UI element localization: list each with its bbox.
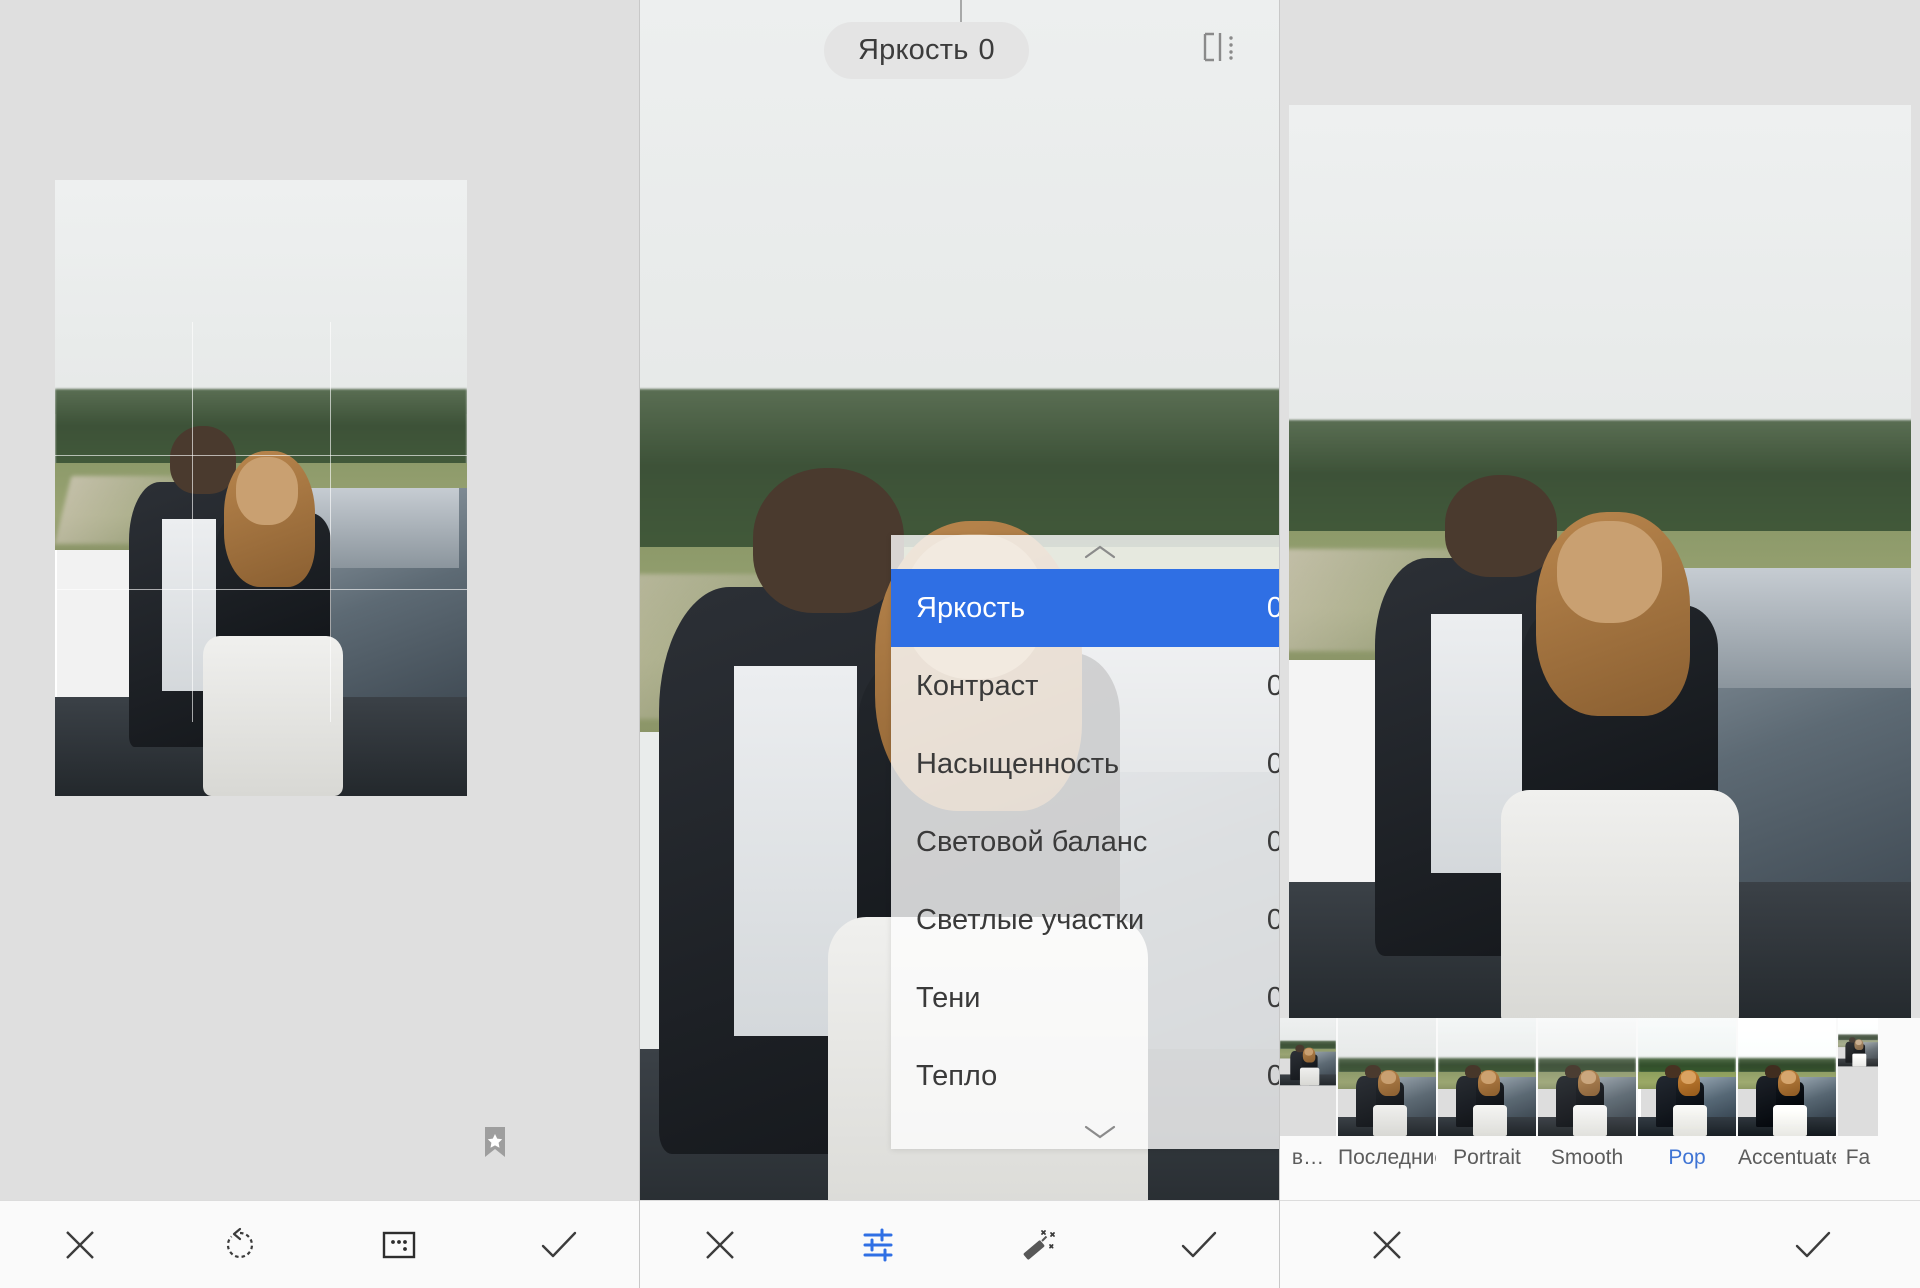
crop-toolbar	[0, 1200, 639, 1288]
tune-item-label: Световой баланс	[916, 825, 1148, 858]
tune-menu-item-brightness[interactable]: Яркость 0	[891, 569, 1279, 647]
screenshot-root: Яркость 0 Яркость 0	[0, 0, 1920, 1288]
preset-thumbnail[interactable]	[1638, 1018, 1736, 1136]
tune-menu-item-shadows[interactable]: Тени 0	[891, 959, 1279, 1037]
preset-item[interactable]: Fa	[1838, 1018, 1878, 1170]
tune-item-value: 0	[1267, 826, 1279, 859]
tune-item-label: Светлые участки	[916, 903, 1145, 936]
preset-preview-photo[interactable]	[1289, 105, 1911, 1030]
preset-thumbnail[interactable]	[1838, 1018, 1878, 1136]
tune-item-value: 0	[1267, 592, 1279, 625]
tune-toolbar	[640, 1200, 1279, 1288]
compare-before-after-icon[interactable]	[1202, 30, 1238, 64]
slider-tick	[960, 0, 962, 22]
value-tooltip: Яркость 0	[824, 22, 1029, 79]
preset-label: Accentuate	[1738, 1146, 1836, 1169]
crop-grid-line	[55, 588, 467, 590]
crop-grid-line	[192, 322, 194, 722]
preset-label: Portrait	[1453, 1146, 1521, 1169]
preset-label: в…	[1291, 1146, 1325, 1169]
preset-thumbnail[interactable]	[1538, 1018, 1636, 1136]
tune-item-value: 0	[1267, 982, 1279, 1015]
preset-item-pop[interactable]: Pop	[1638, 1018, 1736, 1170]
preset-item[interactable]: в…	[1280, 1018, 1336, 1170]
chevron-down-icon[interactable]	[891, 1115, 1279, 1149]
cancel-button[interactable]	[1347, 1211, 1427, 1279]
preset-stage	[1280, 0, 1920, 1030]
chevron-up-icon[interactable]	[891, 535, 1279, 569]
rotate-icon[interactable]	[200, 1211, 280, 1279]
preset-label: Pop	[1668, 1146, 1706, 1169]
tune-item-label: Тени	[916, 981, 981, 1014]
tune-item-value: 0	[1267, 670, 1279, 703]
presets-panel: в… Последние…	[1280, 0, 1920, 1288]
preset-label: Smooth	[1550, 1146, 1624, 1169]
crop-canvas[interactable]	[55, 180, 467, 796]
apply-button[interactable]	[1773, 1211, 1853, 1279]
preset-thumbnail[interactable]	[1280, 1018, 1336, 1136]
apply-button[interactable]	[519, 1211, 599, 1279]
crop-grid-line	[55, 455, 467, 457]
crop-stage[interactable]	[0, 0, 639, 1200]
tune-item-label: Тепло	[916, 1059, 998, 1092]
tooltip-label: Яркость	[858, 34, 969, 66]
preset-filmstrip[interactable]: в… Последние…	[1280, 1018, 1920, 1200]
preset-item[interactable]: Accentuate	[1738, 1018, 1836, 1170]
aspect-ratio-icon[interactable]	[359, 1211, 439, 1279]
preset-thumbnail[interactable]	[1338, 1018, 1436, 1136]
cancel-button[interactable]	[40, 1211, 120, 1279]
tune-item-label: Насыщенность	[916, 747, 1120, 780]
tune-item-label: Контраст	[916, 669, 1039, 702]
preset-thumbnail[interactable]	[1438, 1018, 1536, 1136]
preset-label: Последние…	[1338, 1146, 1436, 1169]
tune-menu-item-ambiance[interactable]: Световой баланс 0	[891, 803, 1279, 881]
tune-item-value: 0	[1267, 748, 1279, 781]
tune-sliders-icon[interactable]	[840, 1211, 920, 1279]
magic-wand-icon[interactable]	[999, 1211, 1079, 1279]
crop-selection-box[interactable]	[55, 180, 467, 796]
tune-menu[interactable]: Яркость 0 Контраст 0 Насыщенность 0 Свет…	[891, 535, 1279, 1149]
apply-button[interactable]	[1159, 1211, 1239, 1279]
tune-item-label: Яркость	[916, 591, 1026, 624]
cancel-button[interactable]	[680, 1211, 760, 1279]
preset-thumbnail[interactable]	[1738, 1018, 1836, 1136]
tune-menu-item-contrast[interactable]: Контраст 0	[891, 647, 1279, 725]
tooltip-value: 0	[978, 34, 995, 66]
preset-item[interactable]: Portrait	[1438, 1018, 1536, 1170]
tune-menu-item-highlights[interactable]: Светлые участки 0	[891, 881, 1279, 959]
preset-label: Fa	[1845, 1146, 1871, 1169]
crop-preview-photo	[55, 180, 467, 796]
tune-menu-item-saturation[interactable]: Насыщенность 0	[891, 725, 1279, 803]
tune-item-value: 0	[1267, 904, 1279, 937]
bookmark-star-icon	[480, 1125, 510, 1159]
crop-panel	[0, 0, 640, 1288]
crop-grid-line	[329, 322, 331, 722]
presets-toolbar	[1280, 1200, 1920, 1288]
tune-menu-item-warmth[interactable]: Тепло 0	[891, 1037, 1279, 1115]
tune-item-value: 0	[1267, 1060, 1279, 1093]
preset-item[interactable]: Последние…	[1338, 1018, 1436, 1170]
tune-panel: Яркость 0 Яркость 0	[640, 0, 1280, 1288]
preset-item[interactable]: Smooth	[1538, 1018, 1636, 1170]
tune-photo[interactable]: Яркость 0 Яркость 0	[640, 0, 1279, 1260]
